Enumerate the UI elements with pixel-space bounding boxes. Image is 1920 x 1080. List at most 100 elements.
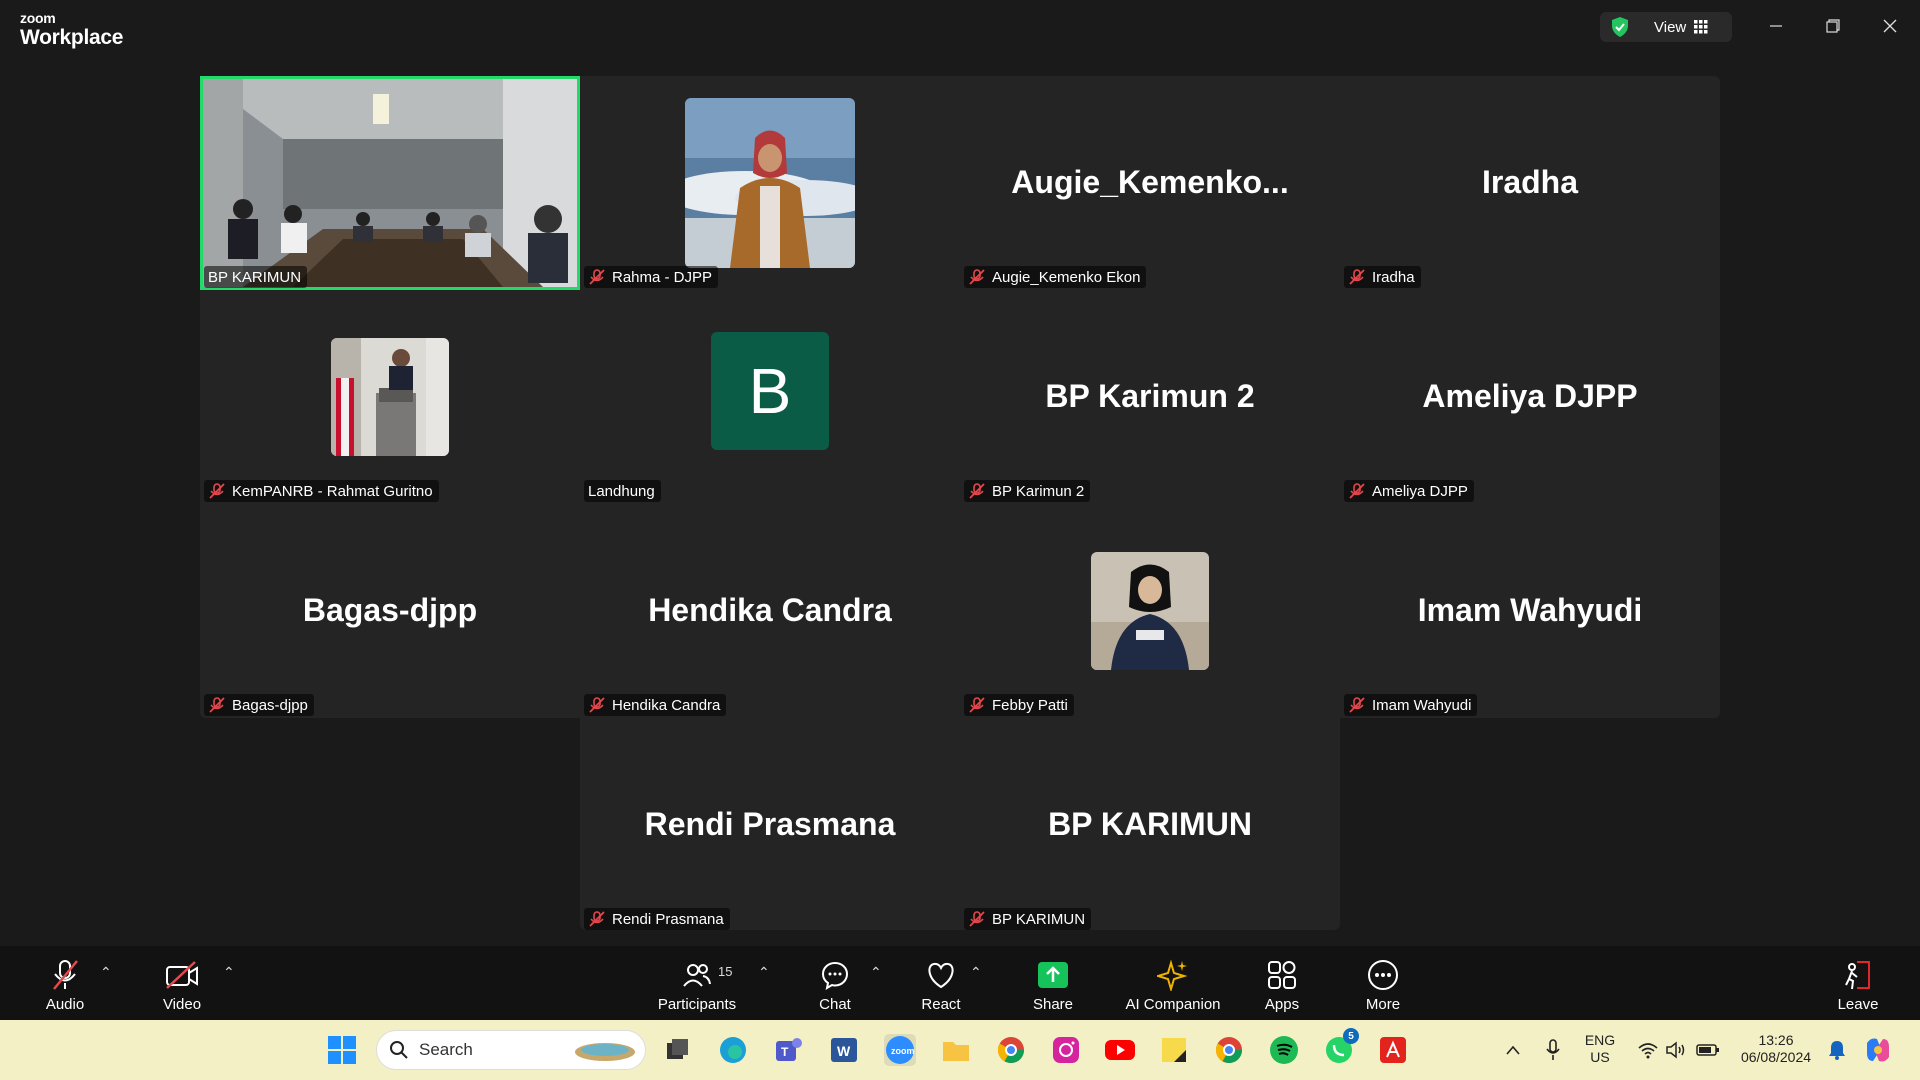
volume-button[interactable]	[1660, 1034, 1692, 1066]
muted-mic-icon	[969, 697, 985, 713]
brand-top: zoom	[20, 10, 56, 26]
battery-icon	[1696, 1044, 1719, 1056]
participant-label: Iradha	[1344, 266, 1421, 288]
participants-count: 15	[718, 964, 733, 979]
leave-button[interactable]: Leave	[1808, 958, 1908, 1013]
participant-name: Landhung	[588, 482, 655, 500]
share-button[interactable]: Share	[1003, 958, 1103, 1013]
view-button[interactable]: View	[1600, 12, 1732, 42]
video-tile-ameliya[interactable]: Ameliya DJPP Ameliya DJPP	[1340, 290, 1720, 504]
video-tile-landhung[interactable]: B Landhung	[580, 290, 960, 504]
video-tile-rahma[interactable]: Rahma - DJPP	[580, 76, 960, 290]
participant-label: Bagas-djpp	[204, 694, 314, 716]
word-icon: W	[831, 1038, 857, 1062]
video-tile-febby[interactable]: Febby Patti	[960, 504, 1340, 718]
task-view-icon	[667, 1039, 688, 1059]
clock[interactable]: 13:26 06/08/2024	[1736, 1032, 1816, 1066]
taskbar-search[interactable]: Search	[376, 1030, 646, 1070]
leave-icon	[1841, 958, 1875, 992]
video-tile-imam[interactable]: Imam Wahyudi Imam Wahyudi	[1340, 504, 1720, 718]
video-tile-augie[interactable]: Augie_Kemenko... Augie_Kemenko Ekon	[960, 76, 1340, 290]
sticky-notes-button[interactable]	[1158, 1034, 1190, 1066]
chat-options-caret[interactable]: ⌃	[870, 964, 882, 981]
whatsapp-button[interactable]: 5	[1323, 1028, 1359, 1066]
ai-companion-label: AI Companion	[1125, 996, 1221, 1013]
audio-options-caret[interactable]: ⌃	[100, 964, 112, 981]
word-button[interactable]: W	[828, 1034, 860, 1066]
react-label: React	[921, 996, 961, 1013]
chat-icon	[818, 958, 852, 992]
video-tile-hendika[interactable]: Hendika Candra Hendika Candra	[580, 504, 960, 718]
start-button[interactable]	[326, 1034, 358, 1066]
video-options-caret[interactable]: ⌃	[223, 964, 235, 981]
microphone-tray-button[interactable]	[1537, 1034, 1569, 1066]
task-view-button[interactable]	[662, 1034, 694, 1066]
participants-options-caret[interactable]: ⌃	[758, 964, 770, 981]
video-tile-rendi[interactable]: Rendi Prasmana Rendi Prasmana	[580, 718, 960, 932]
youtube-icon	[1105, 1040, 1135, 1060]
muted-mic-icon	[1349, 483, 1365, 499]
participant-display-name: Augie_Kemenko...	[1011, 164, 1289, 200]
title-bar: zoom Workplace View	[0, 0, 1920, 56]
edge-button[interactable]	[717, 1034, 749, 1066]
muted-mic-icon	[969, 269, 985, 285]
video-tile-bp-karimun-3[interactable]: BP KARIMUN BP KARIMUN	[960, 718, 1340, 932]
video-tile-bagas[interactable]: Bagas-djpp Bagas-djpp	[200, 504, 580, 718]
search-placeholder: Search	[419, 1040, 473, 1059]
muted-mic-icon	[1349, 697, 1365, 713]
video-tile-iradha[interactable]: Iradha Iradha	[1340, 76, 1720, 290]
muted-mic-icon	[48, 958, 82, 992]
video-tile-bp-karimun[interactable]: BP KARIMUN	[200, 76, 580, 290]
teams-icon: T	[776, 1038, 802, 1061]
participant-name: BP KARIMUN	[992, 910, 1086, 928]
chrome-button[interactable]	[995, 1034, 1027, 1066]
participant-display-name: BP KARIMUN	[1048, 806, 1252, 842]
chevron-up-icon	[1506, 1045, 1520, 1055]
video-tile-bp-karimun-2[interactable]: BP Karimun 2 BP Karimun 2	[960, 290, 1340, 504]
sparkle-icon	[1156, 958, 1190, 992]
apps-button[interactable]: Apps	[1232, 958, 1332, 1013]
youtube-button[interactable]	[1104, 1034, 1136, 1066]
battery-button[interactable]	[1692, 1034, 1724, 1066]
close-button[interactable]	[1876, 14, 1904, 38]
copilot-icon	[1867, 1038, 1889, 1062]
language-code: ENG	[1584, 1032, 1616, 1048]
language-indicator[interactable]: ENG US	[1580, 1032, 1620, 1066]
more-button[interactable]: More	[1333, 958, 1433, 1013]
chrome-profile-button[interactable]	[1213, 1034, 1245, 1066]
spotify-icon	[1270, 1036, 1298, 1064]
grid-icon	[1694, 20, 1708, 34]
minimize-button[interactable]	[1762, 14, 1790, 38]
participant-name: BP Karimun 2	[992, 482, 1085, 500]
video-button[interactable]: Video	[132, 958, 232, 1013]
react-options-caret[interactable]: ⌃	[970, 964, 982, 981]
video-label: Video	[162, 996, 202, 1013]
muted-mic-icon	[209, 697, 225, 713]
notification-badge: 5	[1343, 1028, 1359, 1044]
participant-name: Augie_Kemenko Ekon	[992, 268, 1141, 286]
heart-icon	[924, 958, 958, 992]
participant-label: Febby Patti	[964, 694, 1074, 716]
chrome-icon	[997, 1037, 1025, 1064]
spotify-button[interactable]	[1268, 1034, 1300, 1066]
video-tile-kempanrb[interactable]: KemPANRB - Rahmat Guritno	[200, 290, 580, 504]
participant-display-name: Imam Wahyudi	[1417, 592, 1643, 628]
restore-button[interactable]	[1819, 14, 1847, 38]
teams-button[interactable]: T	[773, 1034, 805, 1066]
instagram-button[interactable]	[1050, 1034, 1082, 1066]
leave-label: Leave	[1837, 996, 1879, 1013]
copilot-button[interactable]	[1862, 1034, 1894, 1066]
clock-time: 13:26	[1758, 1032, 1794, 1048]
audio-label: Audio	[45, 996, 85, 1013]
bell-icon	[1829, 1041, 1845, 1060]
show-hidden-icons-button[interactable]	[1497, 1034, 1529, 1066]
shield-icon	[1612, 17, 1628, 37]
acrobat-button[interactable]	[1377, 1034, 1409, 1066]
volume-icon	[1666, 1041, 1685, 1059]
file-explorer-button[interactable]	[940, 1034, 972, 1066]
ai-companion-button[interactable]: AI Companion	[1123, 958, 1223, 1013]
zoom-taskbar-button[interactable]: zoom	[884, 1034, 916, 1066]
notifications-button[interactable]	[1821, 1034, 1853, 1066]
participant-display-name: Iradha	[1481, 164, 1579, 200]
zoom-icon: zoom	[886, 1036, 915, 1064]
